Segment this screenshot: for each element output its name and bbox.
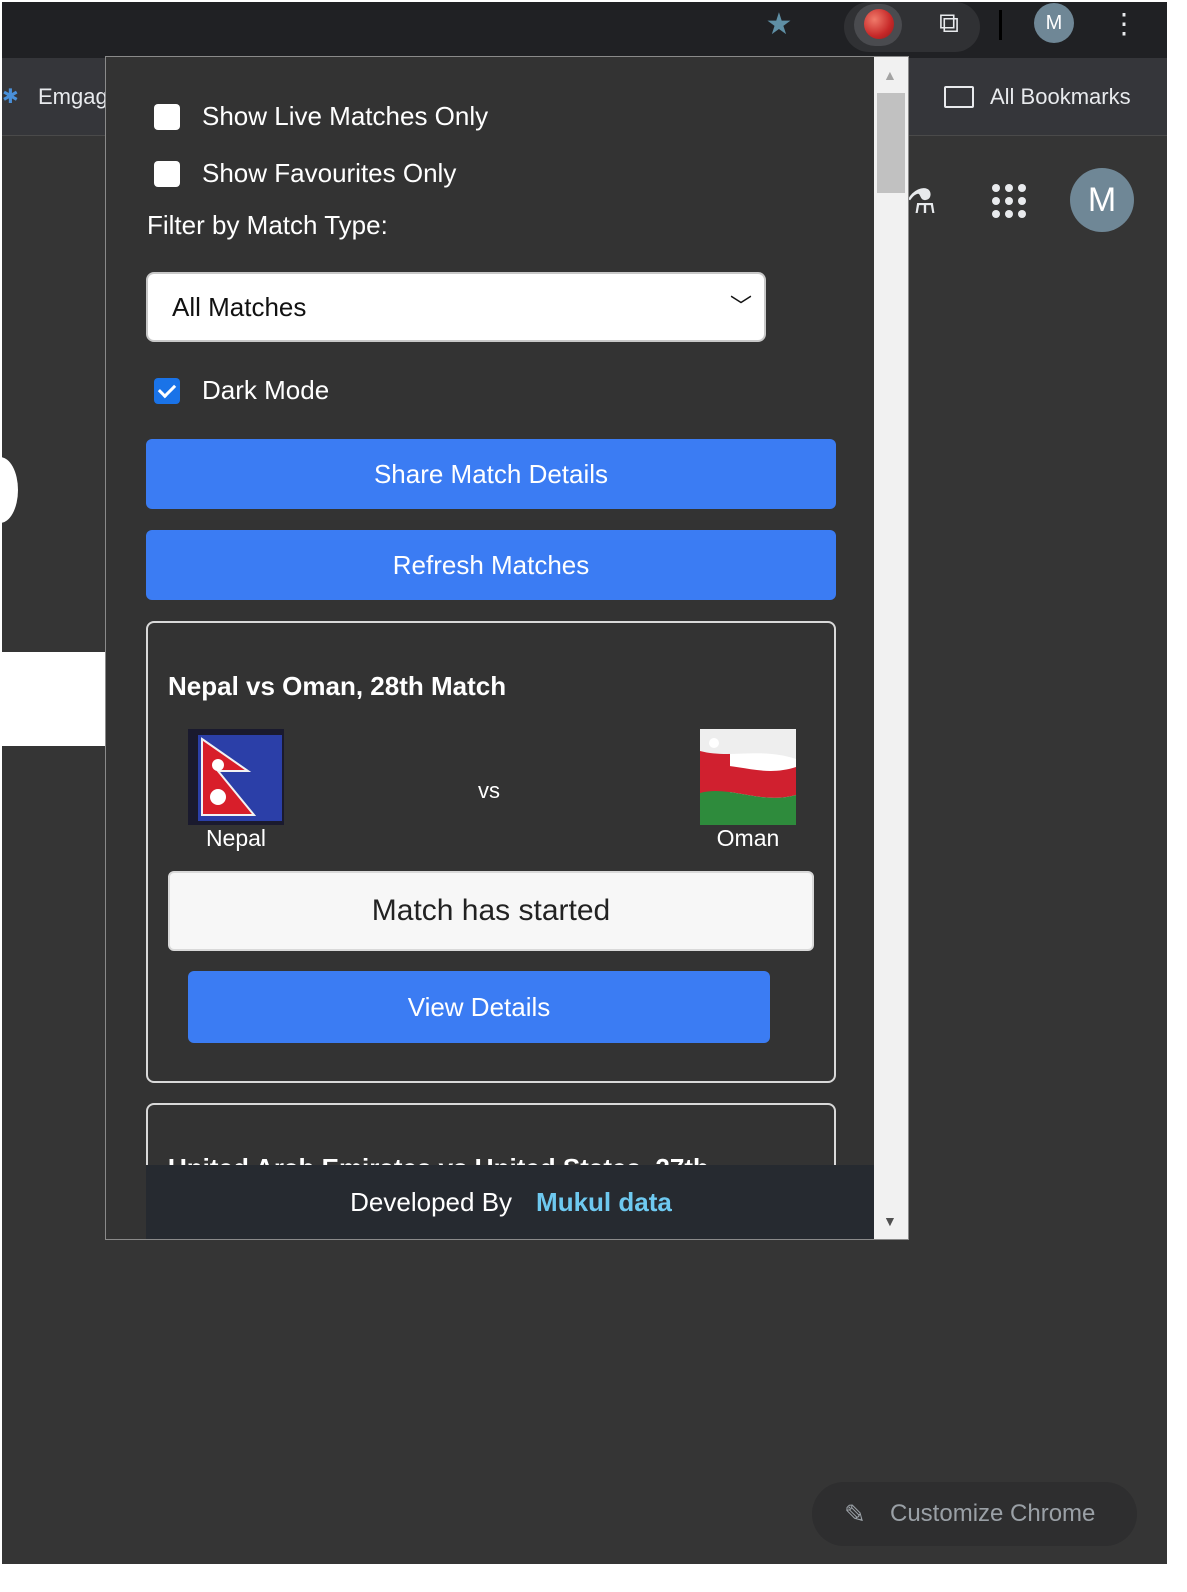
live-only-label: Show Live Matches Only — [202, 101, 489, 131]
ntp-profile-avatar[interactable]: M — [1070, 168, 1134, 232]
match-title: Nepal vs Oman, 28th Match — [168, 671, 507, 701]
profile-avatar[interactable]: M — [1034, 3, 1074, 43]
author-link[interactable]: Mukul data — [536, 1187, 672, 1217]
favourites-only-toggle[interactable]: Show Favourites Only — [154, 158, 456, 189]
pencil-icon: ✎ — [844, 1499, 866, 1529]
dark-mode-checkbox[interactable] — [154, 377, 180, 404]
refresh-matches-button[interactable]: Refresh Matches — [146, 530, 836, 600]
puzzle-icon[interactable]: ⧉ — [932, 6, 966, 40]
bookmark-favicon-icon: ✱ — [2, 86, 19, 108]
chevron-down-icon: ﹀ — [729, 294, 752, 319]
background-panel — [2, 652, 112, 746]
view-details-button[interactable]: View Details — [188, 971, 770, 1043]
live-only-checkbox[interactable] — [154, 103, 180, 130]
favourites-only-label: Show Favourites Only — [202, 158, 457, 188]
kebab-menu-icon[interactable]: ⋮ — [1110, 4, 1138, 44]
bookmark-item-emgag[interactable]: Emgag — [38, 84, 108, 110]
nepal-flag-icon — [188, 729, 284, 825]
cricket-extension-button[interactable] — [854, 4, 902, 46]
team2-name: Oman — [716, 825, 780, 851]
customize-chrome-button[interactable]: ✎ Customize Chrome — [812, 1482, 1137, 1546]
scroll-down-icon[interactable]: ▼ — [883, 1213, 897, 1229]
scroll-up-icon[interactable]: ▲ — [883, 67, 897, 83]
cricket-ball-icon — [864, 9, 894, 39]
match-type-value: All Matches — [172, 292, 307, 322]
favourites-only-checkbox[interactable] — [154, 160, 180, 187]
oman-flag-icon — [700, 729, 796, 825]
popup-content: Show Live Matches Only Show Favourites O… — [106, 57, 876, 1239]
background-shape — [2, 457, 18, 523]
star-icon[interactable]: ★ — [762, 8, 796, 42]
developed-by-label: Developed By — [350, 1187, 513, 1217]
popup-scrollbar[interactable]: ▲ ▼ — [874, 57, 908, 1239]
browser-toolbar: ★ ⧉ M ⋮ — [2, 2, 1167, 58]
dark-mode-label: Dark Mode — [202, 375, 330, 405]
all-bookmarks-button[interactable]: All Bookmarks — [990, 84, 1131, 110]
team1-name: Nepal — [205, 825, 267, 851]
labs-icon[interactable]: ⚗ — [906, 182, 936, 222]
vs-label: vs — [478, 778, 500, 803]
match-status: Match has started — [168, 871, 814, 951]
scrollbar-thumb[interactable] — [877, 93, 905, 193]
folder-icon — [944, 86, 974, 108]
popup-footer: Developed By Mukul data — [146, 1165, 876, 1239]
match-card: Nepal vs Oman, 28th Match Nepal vs Oman … — [146, 621, 836, 1083]
dark-mode-toggle[interactable]: Dark Mode — [154, 375, 329, 406]
match-type-label: Filter by Match Type: — [147, 210, 388, 240]
share-match-details-button[interactable]: Share Match Details — [146, 439, 836, 509]
toolbar-divider — [999, 10, 1002, 40]
customize-chrome-label: Customize Chrome — [890, 1500, 1096, 1527]
extension-popup: Show Live Matches Only Show Favourites O… — [105, 56, 909, 1240]
match-type-select[interactable]: All Matches ﹀ — [146, 272, 766, 342]
apps-grid-icon[interactable] — [988, 180, 1028, 220]
live-only-toggle[interactable]: Show Live Matches Only — [154, 101, 488, 132]
